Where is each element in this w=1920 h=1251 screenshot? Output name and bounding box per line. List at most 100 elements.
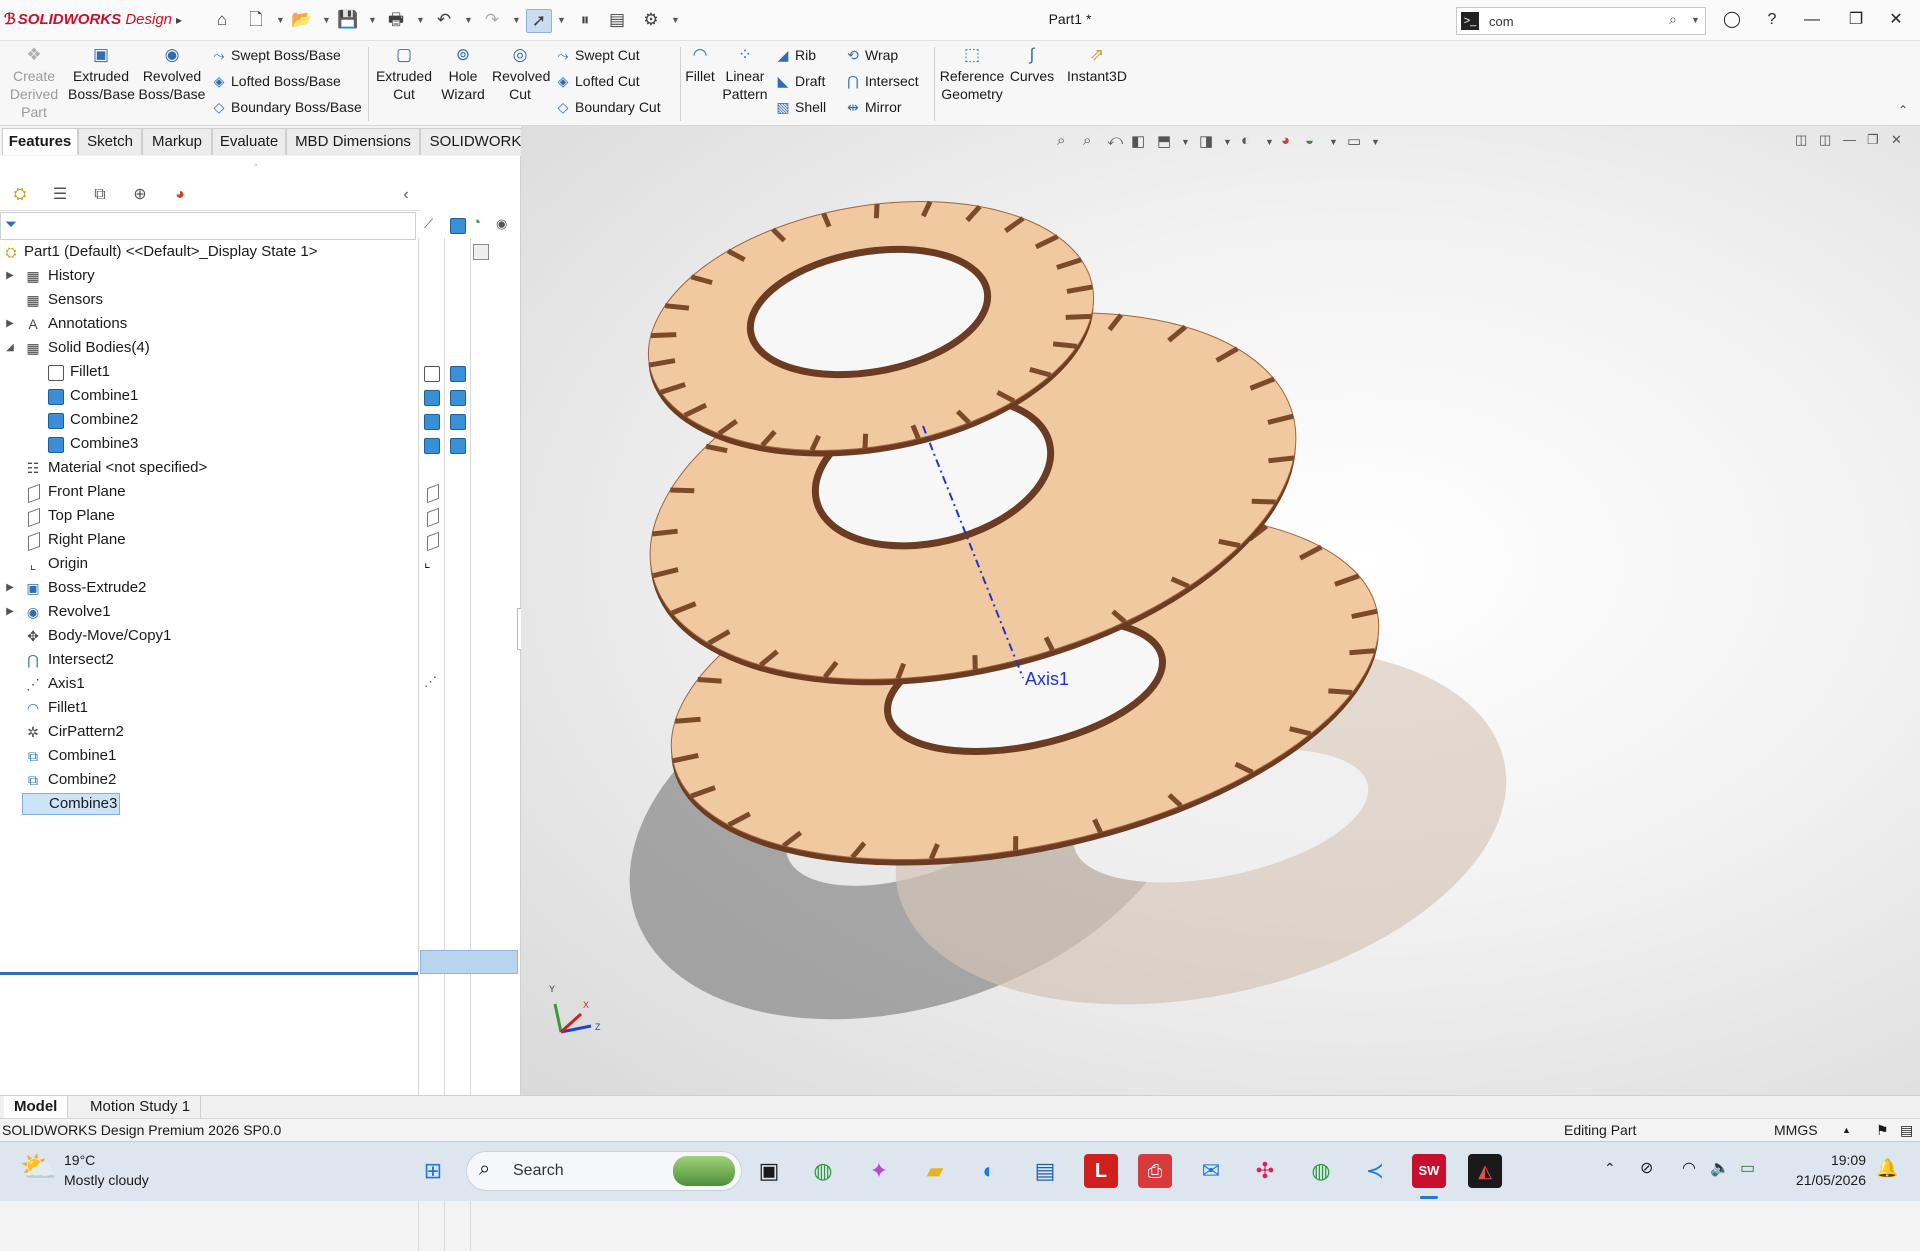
print-dropdown-icon[interactable]: ▼ (416, 15, 425, 25)
body-appearance-icon[interactable] (450, 390, 466, 406)
collapse-panel-icon[interactable]: ‹ (394, 183, 418, 207)
model-render[interactable]: Axis1 Y X Z (521, 126, 1881, 1095)
boundary-boss-button[interactable]: ◇Boundary Boss/Base (210, 96, 362, 118)
open-icon[interactable]: 📂 (290, 9, 314, 31)
instant3d-button[interactable]: ⇗Instant3D (1062, 45, 1132, 85)
clock-time[interactable]: 19:09 (1786, 1152, 1866, 1168)
axis-visibility-icon[interactable]: ⋰ (424, 674, 437, 690)
rebuild-status-icon[interactable]: ⚑ (1876, 1119, 1889, 1141)
extruded-boss-button[interactable]: ▣Extruded Boss/Base (68, 45, 134, 103)
body-appearance-icon[interactable] (450, 438, 466, 454)
linear-pattern-button[interactable]: ⁘Linear Pattern (720, 45, 770, 103)
body-visibility-icon[interactable] (424, 366, 440, 382)
undo-dropdown-icon[interactable]: ▼ (464, 15, 473, 25)
mirror-button[interactable]: ⇹Mirror (844, 96, 902, 118)
tree-filter-box[interactable]: ⏷ (0, 212, 416, 240)
boundary-cut-button[interactable]: ◇Boundary Cut (554, 96, 661, 118)
app-logo[interactable]: ℬSOLIDWORKS Design (4, 10, 172, 28)
body-visibility-icon[interactable] (424, 414, 440, 430)
extruded-cut-button[interactable]: ▢Extruded Cut (374, 45, 434, 103)
slack-icon[interactable]: ✣ (1248, 1154, 1282, 1188)
vscode-icon[interactable]: ≺ (1358, 1154, 1392, 1188)
help-icon[interactable]: ? (1752, 8, 1792, 32)
creative-app-icon[interactable]: ◭ (1468, 1154, 1502, 1188)
curves-button[interactable]: ∫Curves (1008, 45, 1056, 85)
show-hidden-icons-icon[interactable]: ⌃ (1604, 1160, 1616, 1177)
tab-sketch[interactable]: Sketch (78, 128, 142, 155)
chrome-profile-icon[interactable]: ◍ (1304, 1154, 1338, 1188)
expand-arrow-icon[interactable]: ▶ (4, 312, 16, 336)
search-magnifier-icon[interactable]: ⌕ (1669, 11, 1677, 28)
tab-markup[interactable]: Markup (142, 128, 212, 155)
feature-manager-icon[interactable]: ⛭ (2, 183, 38, 207)
file-explorer-taskbar-icon[interactable]: ▰ (918, 1154, 952, 1188)
panel-splitter-handle[interactable]: ◦ (254, 160, 258, 171)
viewport-close-button[interactable]: ✕ (1891, 132, 1902, 148)
body-appearance-icon[interactable] (450, 414, 466, 430)
outlook-icon[interactable]: ✉ (1194, 1154, 1228, 1188)
save-dropdown-icon[interactable]: ▼ (368, 15, 377, 25)
account-icon[interactable]: ◯ (1712, 8, 1752, 32)
reference-geometry-button[interactable]: ⬚Reference Geometry (938, 45, 1006, 103)
weather-description[interactable]: Mostly cloudy (64, 1172, 149, 1188)
swept-cut-button[interactable]: ⤳Swept Cut (554, 44, 640, 66)
volume-icon[interactable]: 🔈 (1710, 1158, 1730, 1178)
restore-button[interactable]: ❐ (1836, 8, 1876, 32)
tab-mbd-dimensions[interactable]: MBD Dimensions (286, 128, 420, 155)
new-document-icon[interactable]: 🗋 (244, 9, 268, 31)
revolved-cut-button[interactable]: ◎Revolved Cut (492, 45, 548, 103)
tab-motion-study-1[interactable]: Motion Study 1 (80, 1096, 201, 1118)
rib-button[interactable]: ◢Rib (774, 44, 816, 66)
solidworks-taskbar-icon[interactable]: SW (1412, 1154, 1446, 1188)
expand-arrow-icon[interactable]: ▶ (4, 600, 16, 624)
copilot-icon[interactable]: ✦ (862, 1154, 896, 1188)
select-pointer-icon[interactable]: ➚ (526, 9, 552, 33)
body-visibility-icon[interactable] (424, 390, 440, 406)
appearance-column-icon[interactable]: ◔ (472, 214, 481, 231)
unit-dropdown-icon[interactable]: ▲ (1842, 1119, 1851, 1141)
start-windows-icon[interactable]: ⊞ (416, 1154, 450, 1188)
rollback-bar[interactable] (0, 972, 418, 975)
minimize-button[interactable]: — (1792, 8, 1832, 32)
undo-icon[interactable]: ↶ (432, 9, 456, 31)
redo-dropdown-icon[interactable]: ▼ (512, 15, 521, 25)
taskbar-search-box[interactable]: ⌕ Search (466, 1151, 742, 1191)
display-manager-icon[interactable]: ◕ (162, 183, 198, 207)
clock-date[interactable]: 21/05/2026 (1786, 1172, 1866, 1188)
property-manager-icon[interactable]: ☰ (42, 183, 78, 207)
plane-visibility-icon[interactable] (427, 532, 439, 551)
body-visibility-icon[interactable] (424, 438, 440, 454)
create-derived-part-button[interactable]: ❖Create Derived Part (4, 45, 64, 121)
body-appearance-icon[interactable] (450, 366, 466, 382)
command-search-input[interactable] (1487, 10, 1651, 32)
graphics-viewport[interactable]: ⌕ ⌕ ⤺ ◧ ⬒ ▼ ◨ ▼ ◐ ▼ ◕ ◒ ▼ ▭ ▼ ◫ ◫ — ❐ ✕ (521, 126, 1920, 1095)
expand-arrow-icon[interactable]: ▶ (4, 576, 16, 600)
close-button[interactable]: ✕ (1876, 8, 1916, 32)
traffic-light-icon[interactable]: ⏸ (574, 9, 596, 31)
task-view-icon[interactable]: ▣ (752, 1154, 786, 1188)
origin-visibility-icon[interactable]: ⌞ (424, 554, 431, 571)
chrome-icon[interactable]: ◍ (806, 1154, 840, 1188)
file-properties-icon[interactable]: ▤ (606, 9, 628, 31)
search-dropdown-icon[interactable]: ▼ (1691, 15, 1700, 25)
print-icon[interactable]: 🖶 (384, 9, 408, 31)
expand-arrow-icon[interactable]: ▶ (4, 264, 16, 288)
plane-visibility-icon[interactable] (427, 508, 439, 527)
options-gear-icon[interactable]: ⚙ (640, 9, 662, 31)
battery-icon[interactable]: ▭ (1740, 1158, 1755, 1178)
home-icon[interactable]: ⌂ (210, 9, 234, 31)
options-dropdown-icon[interactable]: ▼ (671, 15, 680, 25)
quick-tips-icon[interactable]: ▤ (1900, 1119, 1913, 1141)
open-dropdown-icon[interactable]: ▼ (322, 15, 331, 25)
store-icon[interactable]: ▤ (1028, 1154, 1062, 1188)
hole-wizard-button[interactable]: ⊚Hole Wizard (436, 45, 490, 103)
swept-boss-button[interactable]: ⤳Swept Boss/Base (210, 44, 341, 66)
lofted-boss-button[interactable]: ◈Lofted Boss/Base (210, 70, 341, 92)
redo-icon[interactable]: ↷ (480, 9, 504, 31)
revolved-boss-button[interactable]: ◉Revolved Boss/Base (138, 45, 206, 103)
lastpass-l-icon[interactable]: L (1084, 1154, 1118, 1188)
tab-features[interactable]: Features (2, 128, 78, 155)
fillet-button[interactable]: ◠Fillet (682, 45, 718, 85)
tab-model[interactable]: Model (4, 1096, 68, 1118)
draft-button[interactable]: ◣Draft (774, 70, 825, 92)
